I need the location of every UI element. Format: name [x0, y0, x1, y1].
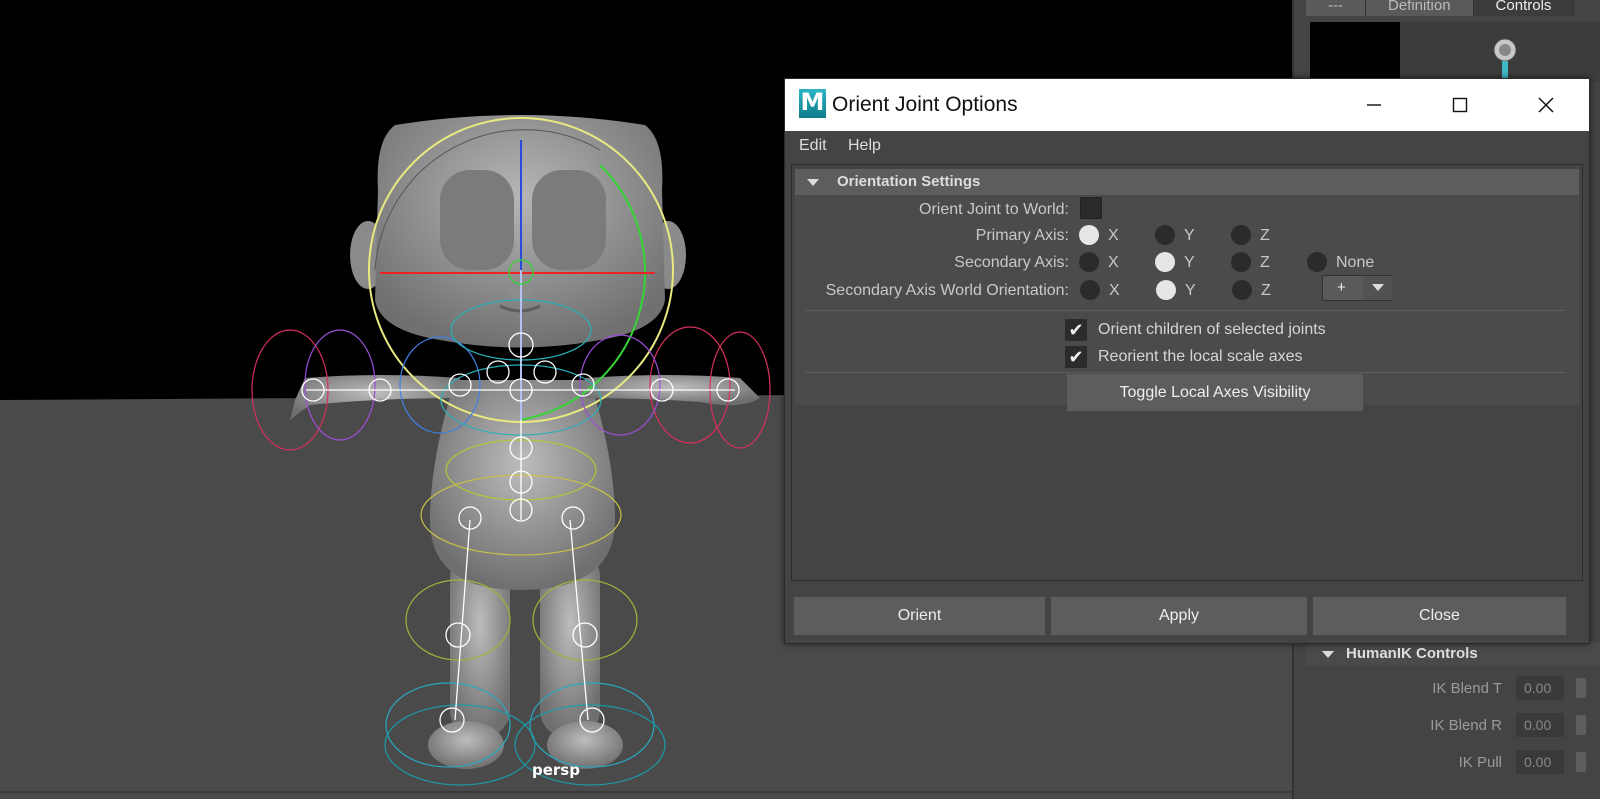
secondary-axis-z-label: Z — [1260, 254, 1270, 271]
orient-world-label: Orient Joint to World: — [919, 201, 1069, 218]
menu-edit[interactable]: Edit — [799, 137, 827, 155]
ik-blend-t-label: IK Blend T — [1432, 680, 1502, 697]
menu-bar: Edit Help — [785, 131, 1589, 161]
world-orientation-sign-dropdown[interactable]: + — [1322, 275, 1392, 301]
secondary-axis-x-label: X — [1108, 254, 1119, 271]
close-button[interactable]: Close — [1313, 597, 1566, 635]
apply-button[interactable]: Apply — [1051, 597, 1307, 635]
primary-axis-z-label: Z — [1260, 227, 1270, 244]
primary-axis-y-radio[interactable] — [1155, 225, 1175, 245]
ik-pull-slider[interactable] — [1576, 752, 1586, 772]
secondary-world-x-label: X — [1109, 282, 1120, 299]
ik-pull-row: IK Pull 0.00 — [1306, 750, 1600, 776]
humanik-controls-title: HumanIK Controls — [1346, 645, 1478, 662]
ik-blend-r-field[interactable]: 0.00 — [1516, 713, 1564, 737]
primary-axis-y-label: Y — [1184, 227, 1195, 244]
character-preview[interactable] — [1310, 22, 1600, 82]
ik-pull-label: IK Pull — [1458, 754, 1502, 771]
orient-world-checkbox[interactable] — [1080, 197, 1102, 219]
options-content: Orientation Settings Orient Joint to Wor… — [791, 164, 1583, 581]
secondary-axis-none-label: None — [1336, 254, 1375, 271]
dropdown-arrow-icon — [1372, 284, 1384, 291]
ik-blend-t-row: IK Blend T 0.00 — [1306, 676, 1600, 702]
secondary-axis-z-radio[interactable] — [1231, 252, 1251, 272]
menu-help[interactable]: Help — [848, 137, 881, 155]
divider — [805, 310, 1565, 311]
minimize-button[interactable] — [1331, 79, 1417, 131]
title-bar[interactable]: M Orient Joint Options — [785, 79, 1589, 131]
humanik-controls-header[interactable]: HumanIK Controls — [1306, 642, 1600, 666]
secondary-axis-label: Secondary Axis: — [954, 254, 1069, 271]
world-orientation-sign-value: + — [1337, 279, 1346, 296]
ik-pull-field[interactable]: 0.00 — [1516, 750, 1564, 774]
ik-blend-r-row: IK Blend R 0.00 — [1306, 713, 1600, 739]
primary-axis-x-radio[interactable] — [1079, 225, 1099, 245]
side-tabs: --- Definition Controls — [1306, 0, 1575, 16]
secondary-world-z-radio[interactable] — [1232, 280, 1252, 300]
orientation-settings-header[interactable]: Orientation Settings — [795, 169, 1579, 195]
orientation-settings-title: Orientation Settings — [837, 173, 981, 190]
primary-axis-z-radio[interactable] — [1231, 225, 1251, 245]
toggle-local-axes-button[interactable]: Toggle Local Axes Visibility — [1067, 374, 1363, 411]
joint-preview-icon — [1493, 38, 1517, 81]
secondary-world-y-label: Y — [1185, 282, 1196, 299]
dialog-title: Orient Joint Options — [832, 93, 1018, 116]
secondary-world-y-radio[interactable] — [1156, 280, 1176, 300]
orient-children-checkbox[interactable]: ✔ — [1065, 319, 1087, 341]
reorient-scale-label: Reorient the local scale axes — [1098, 348, 1303, 365]
orient-joint-dialog: M Orient Joint Options Edit Help Orienta… — [784, 78, 1590, 644]
secondary-world-z-label: Z — [1261, 282, 1271, 299]
close-window-button[interactable] — [1503, 79, 1589, 131]
ik-blend-r-slider[interactable] — [1576, 715, 1586, 735]
reorient-scale-checkbox[interactable]: ✔ — [1065, 346, 1087, 368]
secondary-axis-y-label: Y — [1184, 254, 1195, 271]
maximize-button[interactable] — [1417, 79, 1503, 131]
secondary-world-label: Secondary Axis World Orientation: — [825, 282, 1069, 299]
tab-definition[interactable]: Definition — [1366, 0, 1474, 16]
secondary-axis-x-radio[interactable] — [1079, 252, 1099, 272]
tab-dashes[interactable]: --- — [1306, 0, 1366, 16]
minimize-icon — [1367, 104, 1381, 106]
orient-children-label: Orient children of selected joints — [1098, 321, 1326, 338]
maya-app-icon: M — [799, 88, 826, 118]
collapse-arrow-icon — [807, 179, 819, 186]
orientation-settings-body: Orient Joint to World: Primary Axis: X Y… — [795, 195, 1579, 411]
collapse-arrow-icon — [1322, 651, 1334, 658]
primary-axis-x-label: X — [1108, 227, 1119, 244]
orient-button[interactable]: Orient — [794, 597, 1045, 635]
camera-label: persp — [532, 761, 580, 779]
maximize-icon — [1452, 97, 1468, 113]
close-icon — [1538, 97, 1554, 113]
ik-blend-t-field[interactable]: 0.00 — [1516, 676, 1564, 700]
ik-blend-t-slider[interactable] — [1576, 678, 1586, 698]
divider — [805, 372, 1565, 373]
secondary-axis-y-radio[interactable] — [1155, 252, 1175, 272]
secondary-world-x-radio[interactable] — [1080, 280, 1100, 300]
primary-axis-label: Primary Axis: — [975, 227, 1069, 244]
ik-blend-r-label: IK Blend R — [1430, 717, 1502, 734]
tab-controls[interactable]: Controls — [1473, 0, 1575, 16]
secondary-axis-none-radio[interactable] — [1307, 252, 1327, 272]
